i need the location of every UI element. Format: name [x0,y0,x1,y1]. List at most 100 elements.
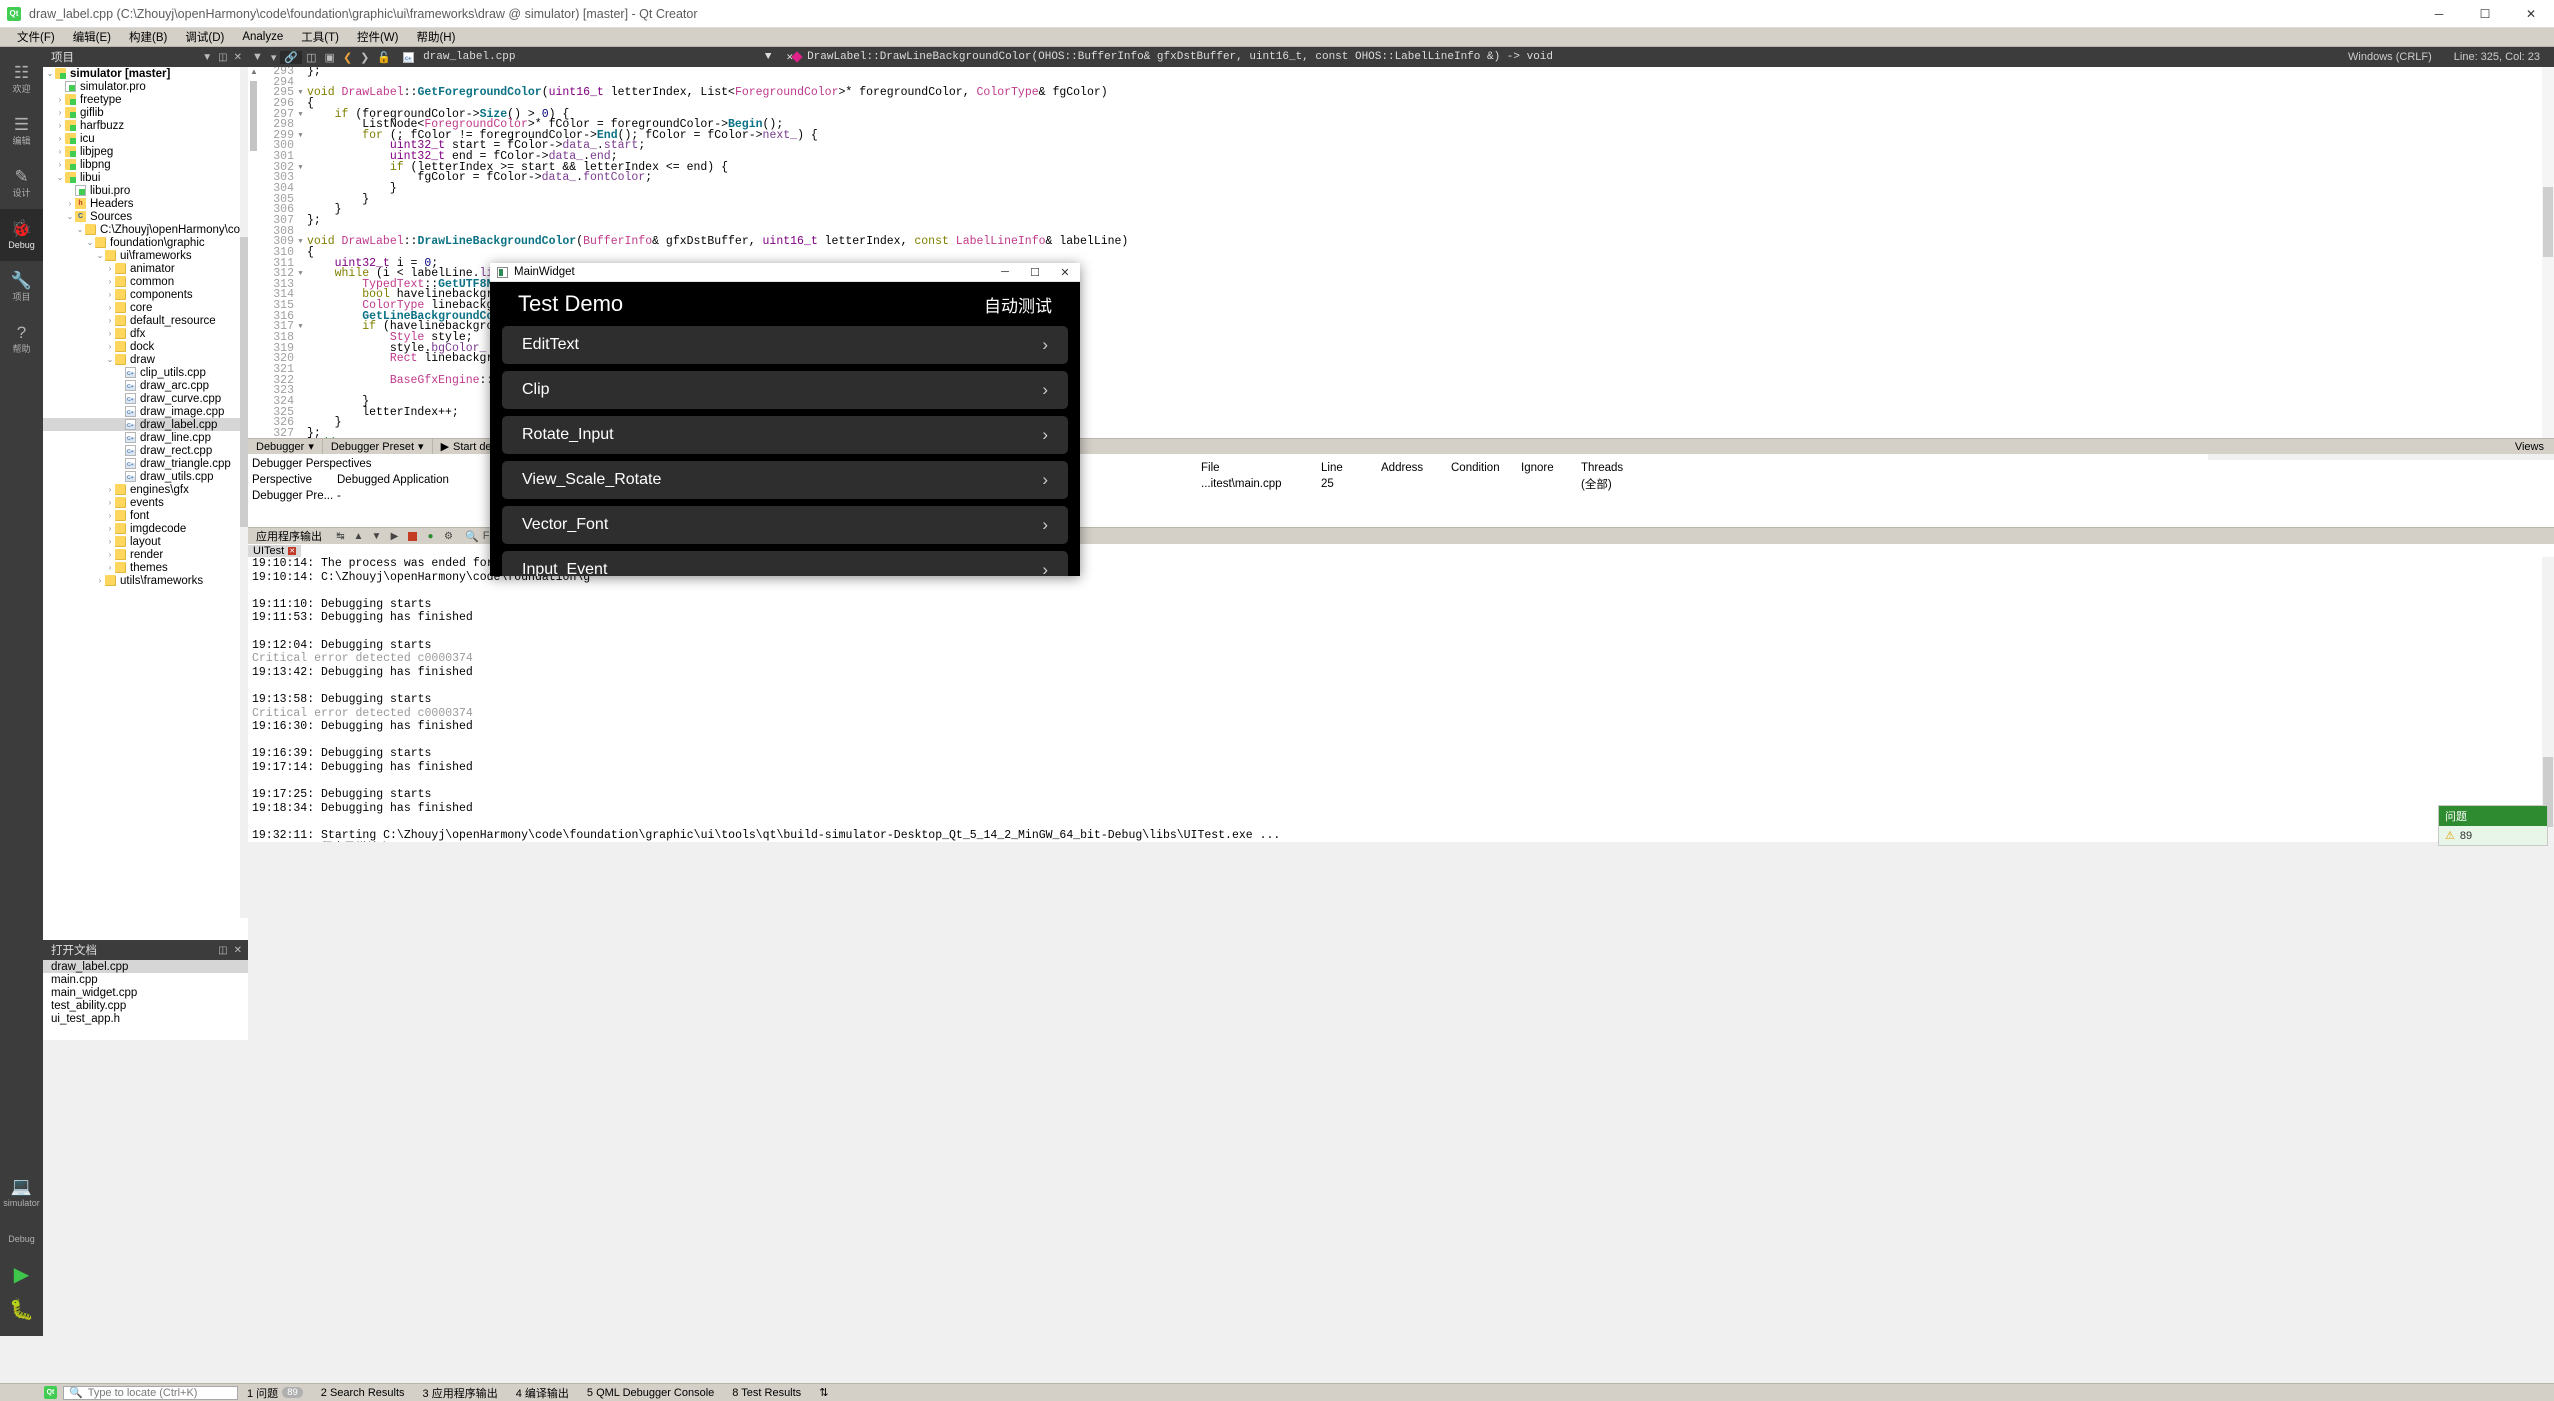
debugger-preset-segment[interactable]: Debugger Preset ▾ [323,439,433,455]
status-bar-item[interactable]: 5 QML Debugger Console [578,1387,723,1399]
editor-encoding[interactable]: Windows (CRLF) [2348,51,2432,63]
mode-帮助[interactable]: ?帮助 [0,313,43,365]
chevron-right-icon[interactable]: › [105,290,115,299]
tree-item[interactable]: ›libpng [43,158,248,171]
tree-item[interactable]: ›Headers [43,197,248,210]
fold-marker[interactable]: ▼ [294,163,307,174]
breakpoint-column-header[interactable]: Ignore [1515,462,1575,474]
chevron-right-icon[interactable]: › [105,485,115,494]
mode-项目[interactable]: 🔧项目 [0,261,43,313]
scrollbar-thumb[interactable] [240,237,248,527]
close-split-icon[interactable]: ▣ [321,51,339,64]
tree-item[interactable]: ›components [43,288,248,301]
menu-item-1[interactable]: 编辑(E) [64,28,120,46]
tree-item[interactable]: ›default_resource [43,314,248,327]
mode-编辑[interactable]: ☰编辑 [0,105,43,157]
tree-item[interactable]: simulator.pro [43,80,248,93]
split-icon[interactable]: ◫ [218,52,227,63]
status-bar-item[interactable]: 8 Test Results [723,1387,810,1399]
stop-icon[interactable] [408,532,417,541]
chevron-right-icon[interactable]: › [105,264,115,273]
breakpoint-column-header[interactable]: Threads [1575,462,1655,474]
tree-item[interactable]: ›freetype [43,93,248,106]
demo-list-item[interactable]: Vector_Font› [502,506,1068,544]
previous-item-icon[interactable]: ▲ [351,529,366,543]
locate-search-input[interactable]: 🔍Type to locate (Ctrl+K) [63,1386,238,1400]
tree-item[interactable]: ›layout [43,535,248,548]
demo-list-item[interactable]: Rotate_Input› [502,416,1068,454]
dialog-close-button[interactable]: ✕ [1050,263,1080,282]
chevron-down-icon[interactable]: ⌄ [75,225,85,234]
menu-item-5[interactable]: 工具(T) [292,28,348,46]
chevron-down-icon[interactable]: ▼ [765,51,772,63]
tree-item[interactable]: draw_rect.cpp [43,444,248,457]
kit-config[interactable]: Debug [0,1216,43,1262]
chevron-right-icon[interactable]: › [55,160,65,169]
settings-gear-icon[interactable]: ⚙ [441,529,456,543]
debug-run-button[interactable]: 🐛 [9,1297,34,1322]
tree-item[interactable]: libui.pro [43,184,248,197]
back-icon[interactable]: ❮ [339,51,356,64]
mainwidget-dialog[interactable]: MainWidget ─ ☐ ✕ Test Demo 自动测试 EditText… [490,263,1080,576]
tree-item[interactable]: ›engines\gfx [43,483,248,496]
tree-item[interactable]: ›animator [43,262,248,275]
breakpoint-column-header[interactable]: File [1195,462,1315,474]
scroll-up-icon[interactable]: ▲ [248,67,260,77]
chevron-right-icon[interactable]: › [95,576,105,585]
dialog-minimize-button[interactable]: ─ [990,263,1020,282]
unlock-icon[interactable]: 🔓 [373,51,395,64]
tree-item[interactable]: ›render [43,548,248,561]
word-wrap-icon[interactable]: ↹ [333,529,348,543]
chevron-down-icon[interactable]: ⌄ [95,251,105,260]
tree-item[interactable]: ›dock [43,340,248,353]
close-button[interactable]: ✕ [2508,0,2554,28]
chevron-right-icon[interactable]: › [105,537,115,546]
status-bar-item[interactable]: 1 问题89 [238,1385,312,1401]
next-item-icon[interactable]: ▼ [369,529,384,543]
forward-icon[interactable]: ❯ [356,51,373,64]
tree-item[interactable]: ›icu [43,132,248,145]
tree-item[interactable]: draw_label.cpp [43,418,248,431]
demo-list-item[interactable]: Input_Event› [502,551,1068,576]
output-scrollbar[interactable] [2542,557,2554,842]
demo-list-item[interactable]: View_Scale_Rotate› [502,461,1068,499]
tree-item[interactable]: ›imgdecode [43,522,248,535]
tree-item[interactable]: ›harfbuzz [43,119,248,132]
chevron-right-icon[interactable]: › [105,316,115,325]
chevron-right-icon[interactable]: › [55,134,65,143]
open-document-item[interactable]: test_ability.cpp [43,999,248,1012]
chevron-right-icon[interactable]: › [55,121,65,130]
chevron-right-icon[interactable]: › [105,498,115,507]
fold-marker[interactable]: ▼ [294,131,307,142]
chevron-down-icon[interactable]: ▾ [308,440,314,453]
chevron-down-icon[interactable]: ⌄ [65,212,75,221]
menu-item-3[interactable]: 调试(D) [176,28,233,46]
status-bar-item[interactable]: 2 Search Results [312,1387,414,1399]
mode-Debug[interactable]: 🐞Debug [0,209,43,261]
chevron-down-icon[interactable]: ⌄ [105,355,115,364]
tree-item[interactable]: ⌄draw [43,353,248,366]
link-icon[interactable]: 🔗 [280,51,302,64]
tree-item[interactable]: ›utils\frameworks [43,574,248,587]
tree-item[interactable]: ›themes [43,561,248,574]
chevron-right-icon[interactable]: › [105,329,115,338]
open-document-item[interactable]: ui_test_app.h [43,1012,248,1025]
close-tab-icon[interactable]: ✕ [288,547,296,555]
qt-logo-icon[interactable] [44,1386,57,1399]
tree-item[interactable]: draw_curve.cpp [43,392,248,405]
breakpoint-column-header[interactable]: Line [1315,462,1375,474]
auto-test-button[interactable]: 自动测试 [984,292,1052,317]
tree-item[interactable]: draw_triangle.cpp [43,457,248,470]
split-horizontal-icon[interactable]: ◫ [302,51,320,64]
tree-item[interactable]: ›libjpeg [43,145,248,158]
tree-item[interactable]: draw_arc.cpp [43,379,248,392]
maximize-button[interactable]: ☐ [2462,0,2508,28]
demo-list-item[interactable]: Clip› [502,371,1068,409]
mode-欢迎[interactable]: ☷欢迎 [0,53,43,105]
chevron-right-icon[interactable]: › [105,563,115,572]
fold-marker[interactable]: ▼ [294,110,307,121]
menu-item-4[interactable]: Analyze [233,30,292,44]
tree-item[interactable]: draw_image.cpp [43,405,248,418]
fold-marker[interactable]: ▼ [294,88,307,99]
menu-item-2[interactable]: 构建(B) [120,28,176,46]
